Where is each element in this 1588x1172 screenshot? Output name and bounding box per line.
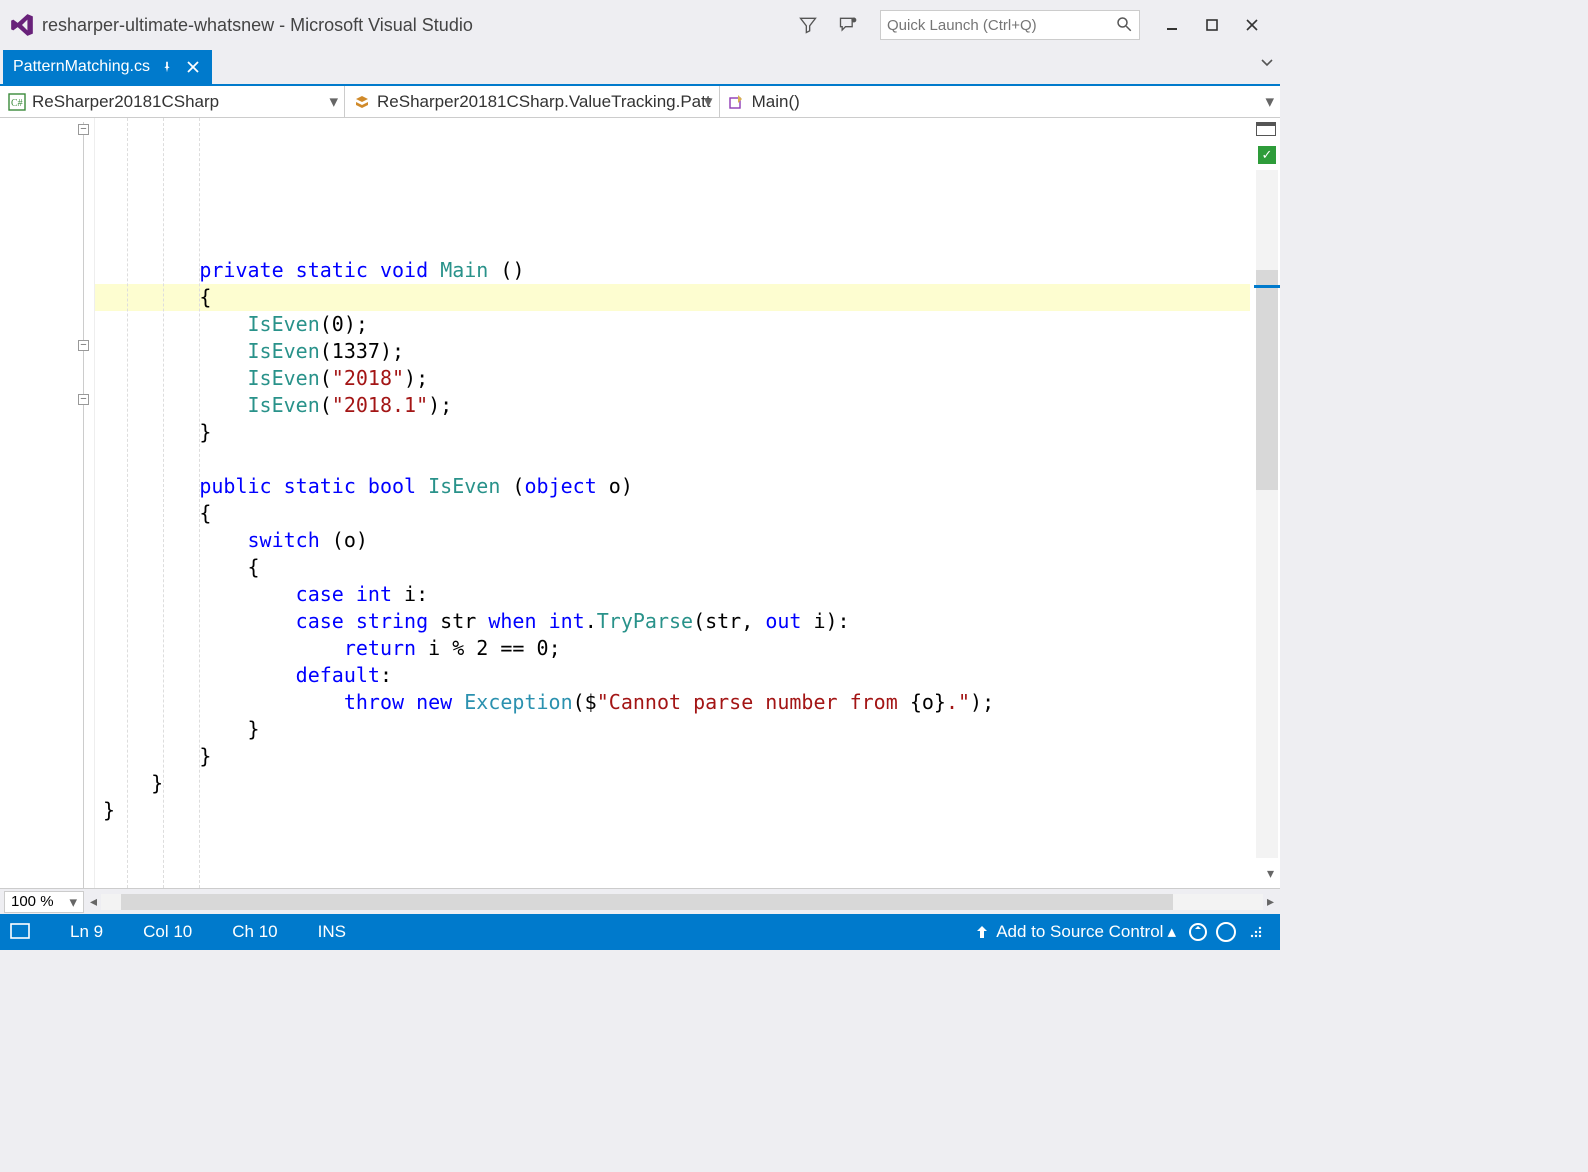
outline-gutter — [0, 118, 95, 888]
code-line[interactable]: } — [95, 797, 1250, 824]
split-editor-icon[interactable] — [1256, 122, 1276, 136]
fold-toggle[interactable] — [78, 124, 89, 135]
status-bar: Ln 9 Col 10 Ch 10 INS Add to Source Cont… — [0, 914, 1280, 950]
code-line[interactable]: { — [95, 284, 1250, 311]
chevron-down-icon: ▾ — [1265, 92, 1274, 112]
quick-launch-box[interactable] — [880, 10, 1140, 40]
code-line[interactable]: IsEven("2018"); — [95, 365, 1250, 392]
close-tab-icon[interactable] — [184, 58, 202, 76]
source-control-button[interactable]: Add to Source Control — [996, 922, 1163, 942]
code-line[interactable]: } — [95, 716, 1250, 743]
member-name: Main() — [752, 92, 800, 112]
project-name: ReSharper20181CSharp — [32, 92, 219, 112]
scroll-thumb[interactable] — [121, 894, 1173, 910]
window-title: resharper-ultimate-whatsnew - Microsoft … — [42, 15, 473, 36]
csharp-file-icon: C# — [8, 93, 26, 111]
code-line[interactable]: IsEven(1337); — [95, 338, 1250, 365]
scroll-right-icon[interactable]: ▸ — [1267, 893, 1274, 910]
code-line[interactable]: case int i: — [95, 581, 1250, 608]
code-line[interactable]: { — [95, 554, 1250, 581]
type-name: ReSharper20181CSharp.ValueTracking.Patt — [377, 92, 711, 112]
code-line[interactable]: throw new Exception($"Cannot parse numbe… — [95, 689, 1250, 716]
status-circle-icon[interactable] — [1216, 922, 1236, 942]
document-tab-strip: PatternMatching.cs — [0, 50, 1280, 84]
status-col[interactable]: Col 10 — [143, 922, 192, 942]
resize-grip-icon[interactable] — [1246, 922, 1266, 942]
chevron-up-icon[interactable]: ▴ — [1167, 922, 1176, 942]
quick-launch-input[interactable] — [887, 17, 1115, 34]
caret-marker — [1254, 285, 1280, 288]
code-line[interactable]: { — [95, 500, 1250, 527]
status-ready-icon — [10, 923, 30, 941]
status-ch[interactable]: Ch 10 — [232, 922, 277, 942]
title-bar: resharper-ultimate-whatsnew - Microsoft … — [0, 0, 1280, 50]
scroll-down-icon[interactable]: ▾ — [1267, 865, 1274, 882]
close-button[interactable] — [1232, 10, 1272, 40]
publish-arrow-icon[interactable] — [972, 922, 992, 942]
minimize-button[interactable] — [1152, 10, 1192, 40]
feedback-icon[interactable] — [832, 9, 864, 41]
chevron-down-icon: ▾ — [69, 893, 77, 911]
fold-toggle[interactable] — [78, 340, 89, 351]
code-line[interactable]: return i % 2 == 0; — [95, 635, 1250, 662]
vertical-scrollbar[interactable] — [1256, 170, 1278, 858]
document-tab-label: PatternMatching.cs — [13, 58, 150, 76]
code-line[interactable]: private static void Main () — [95, 257, 1250, 284]
code-line[interactable]: switch (o) — [95, 527, 1250, 554]
code-line[interactable]: public static bool IsEven (object o) — [95, 473, 1250, 500]
pin-icon[interactable] — [158, 58, 176, 76]
editor-area: private static void Main () { IsEven(0);… — [0, 118, 1280, 888]
code-editor[interactable]: private static void Main () { IsEven(0);… — [95, 118, 1250, 888]
fold-toggle[interactable] — [78, 394, 89, 405]
status-line[interactable]: Ln 9 — [70, 922, 103, 942]
code-line[interactable]: } — [95, 743, 1250, 770]
scroll-left-icon[interactable]: ◂ — [90, 893, 97, 910]
inspection-ok-badge[interactable]: ✓ — [1258, 146, 1276, 164]
notifications-filter-icon[interactable] — [792, 9, 824, 41]
code-line[interactable]: } — [95, 770, 1250, 797]
class-icon — [353, 93, 371, 111]
project-dropdown[interactable]: C# ReSharper20181CSharp ▾ — [0, 86, 345, 117]
tab-overflow-chevron-icon[interactable] — [1260, 56, 1274, 73]
code-line[interactable] — [95, 446, 1250, 473]
horizontal-scrollbar[interactable] — [101, 894, 1263, 910]
document-tab[interactable]: PatternMatching.cs — [3, 50, 212, 84]
member-dropdown[interactable]: Main() ▾ — [720, 86, 1280, 117]
code-line[interactable]: case string str when int.TryParse(str, o… — [95, 608, 1250, 635]
code-line[interactable]: } — [95, 419, 1250, 446]
maximize-button[interactable] — [1192, 10, 1232, 40]
method-icon — [728, 93, 746, 111]
search-icon[interactable] — [1115, 15, 1133, 36]
code-line[interactable]: IsEven(0); — [95, 311, 1250, 338]
sync-icon[interactable] — [1188, 922, 1208, 942]
status-ins[interactable]: INS — [318, 922, 346, 942]
scroll-thumb[interactable] — [1256, 270, 1278, 490]
chevron-down-icon: ▾ — [329, 92, 338, 112]
code-line[interactable]: IsEven("2018.1"); — [95, 392, 1250, 419]
svg-text:C#: C# — [11, 98, 23, 109]
type-dropdown[interactable]: ReSharper20181CSharp.ValueTracking.Patt … — [345, 86, 720, 117]
chevron-down-icon: ▾ — [704, 92, 713, 112]
zoom-bar: 100 % ▾ ◂ ▸ — [0, 888, 1280, 914]
navigation-bar: C# ReSharper20181CSharp ▾ ReSharper20181… — [0, 84, 1280, 118]
right-gutter: ✓ ▴ ▾ — [1250, 118, 1280, 888]
vs-logo-icon — [8, 11, 36, 39]
code-line[interactable]: default: — [95, 662, 1250, 689]
zoom-dropdown[interactable]: 100 % ▾ — [4, 891, 84, 913]
zoom-level: 100 % — [11, 893, 54, 910]
